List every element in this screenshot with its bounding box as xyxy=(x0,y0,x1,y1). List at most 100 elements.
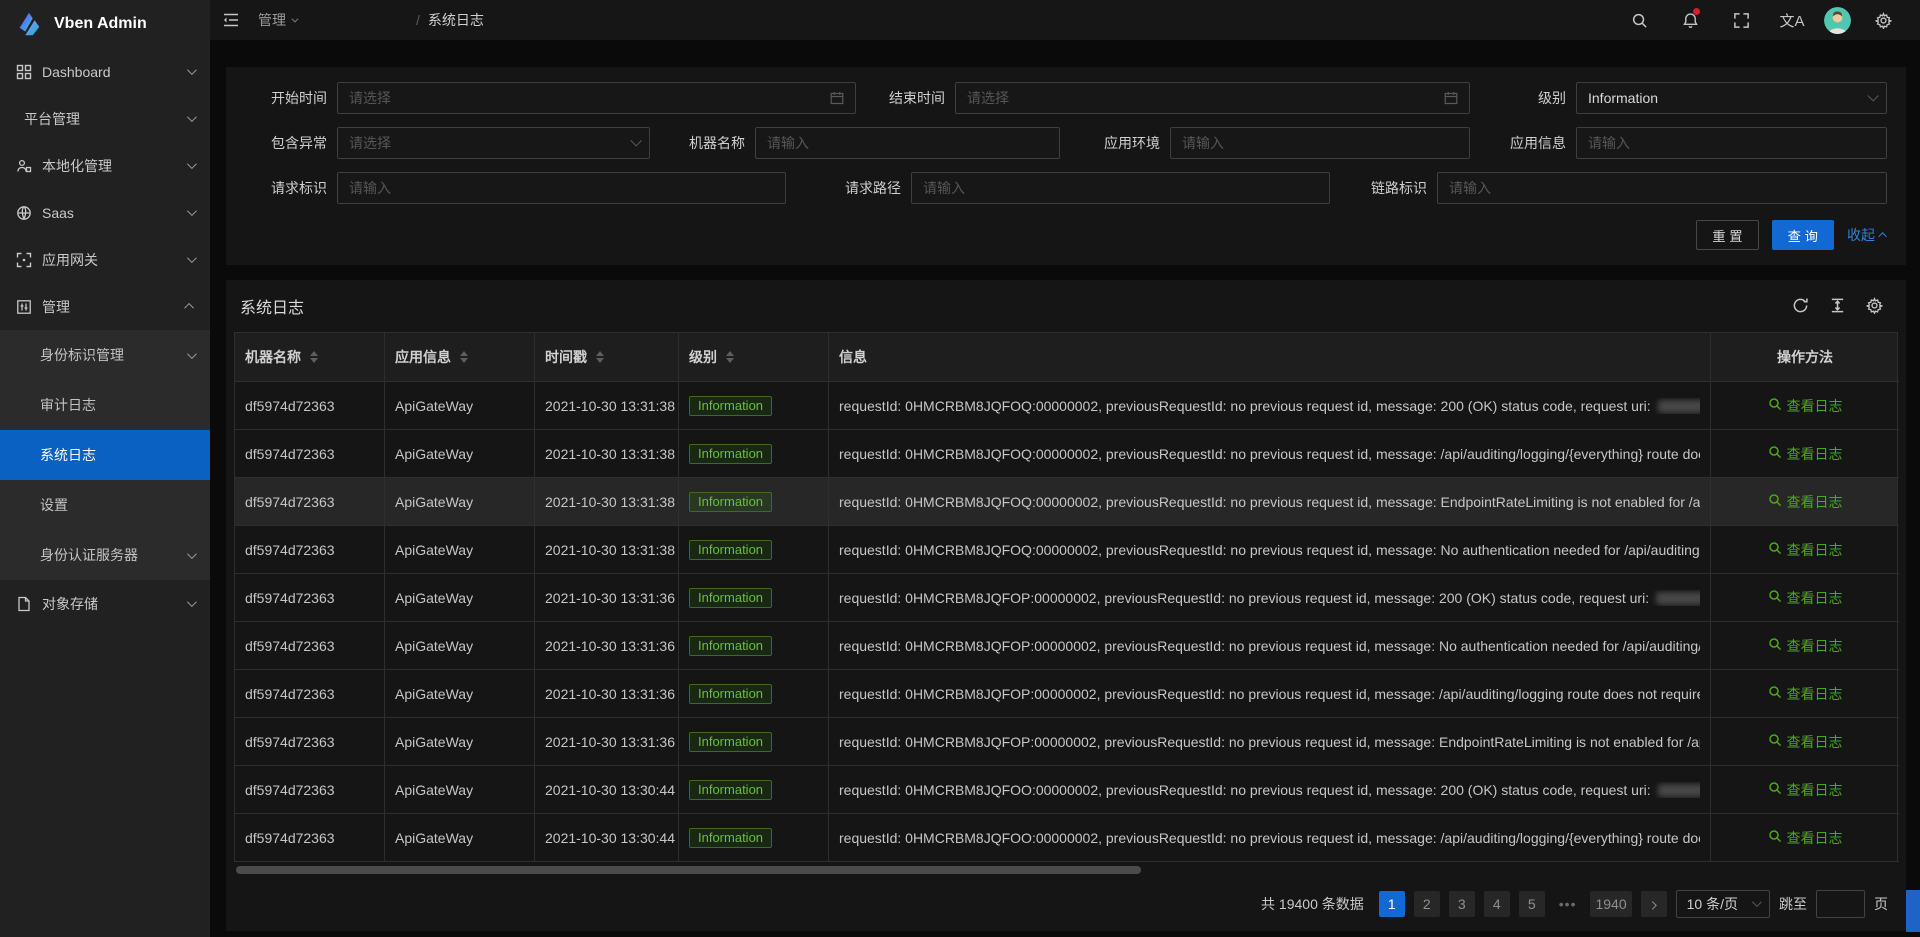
filter-field-has-exception: 包含异常请选择 xyxy=(265,127,650,159)
sidebar-item-dashboard[interactable]: Dashboard xyxy=(0,48,210,95)
cell-actions: 查看日志 xyxy=(1711,478,1899,526)
cell-machine-name: df5974d72363 xyxy=(235,622,385,670)
level-select[interactable]: Information xyxy=(1576,82,1887,114)
settings-gear-icon[interactable] xyxy=(1864,0,1902,40)
fullscreen-icon[interactable] xyxy=(1722,0,1760,40)
row-height-icon[interactable] xyxy=(1829,297,1847,315)
trace-id-input[interactable]: 请输入 xyxy=(1437,172,1887,204)
table-row[interactable]: df5974d72363ApiGateWay2021-10-30 13:31:3… xyxy=(235,574,1897,622)
sidebar-item-saas[interactable]: Saas xyxy=(0,189,210,236)
translate-icon[interactable]: 文A xyxy=(1773,0,1811,40)
sidebar-item-auth-server[interactable]: 身份认证服务器 xyxy=(0,530,210,580)
table-row[interactable]: df5974d72363ApiGateWay2021-10-30 13:31:3… xyxy=(235,382,1897,430)
view-log-button[interactable]: 查看日志 xyxy=(1768,492,1843,512)
sidebar-item-label: 设置 xyxy=(40,495,194,515)
user-avatar[interactable] xyxy=(1824,7,1851,34)
table-row[interactable]: df5974d72363ApiGateWay2021-10-30 13:31:3… xyxy=(235,718,1897,766)
magnifier-icon xyxy=(1768,829,1782,846)
request-id-input[interactable]: 请输入 xyxy=(337,172,786,204)
column-header-0[interactable]: 机器名称 xyxy=(235,333,385,382)
sidebar-item-settings[interactable]: 设置 xyxy=(0,480,210,530)
magnifier-icon xyxy=(1768,733,1782,750)
request-path-input[interactable]: 请输入 xyxy=(911,172,1330,204)
column-header-4[interactable]: 信息 xyxy=(829,333,1711,382)
pagination-page-1[interactable]: 1 xyxy=(1379,891,1405,917)
has-exception-select[interactable]: 请选择 xyxy=(337,127,650,159)
sidebar-item-audit-logs[interactable]: 审计日志 xyxy=(0,380,210,430)
level-badge: Information xyxy=(689,396,772,416)
pagination-page-5[interactable]: 5 xyxy=(1519,891,1545,917)
sidebar-item-platform-manage[interactable]: 平台管理 xyxy=(0,95,210,142)
pagination-page-1940[interactable]: 1940 xyxy=(1590,891,1631,917)
chevron-down-icon xyxy=(291,15,298,22)
chevron-up-icon xyxy=(1878,232,1886,240)
app-env-input[interactable]: 请输入 xyxy=(1170,127,1470,159)
menu-fold-icon[interactable] xyxy=(222,11,240,29)
breadcrumb-section[interactable]: 管理 xyxy=(258,10,408,30)
view-log-button[interactable]: 查看日志 xyxy=(1768,684,1843,704)
reset-button[interactable]: 重 置 xyxy=(1696,220,1758,250)
app-info-input[interactable]: 请输入 xyxy=(1576,127,1887,159)
field-placeholder: 请输入 xyxy=(767,133,809,153)
pagination-page-4[interactable]: 4 xyxy=(1484,891,1510,917)
sidebar-item-manage[interactable]: 管理 xyxy=(0,283,210,330)
column-settings-gear-icon[interactable] xyxy=(1866,297,1884,315)
level-badge: Information xyxy=(689,444,772,464)
sidebar-item-identity-manage[interactable]: 身份标识管理 xyxy=(0,330,210,380)
table-row[interactable]: df5974d72363ApiGateWay2021-10-30 13:31:3… xyxy=(235,430,1897,478)
cell-timestamp: 2021-10-30 13:31:38 xyxy=(535,430,679,478)
collapse-filter-link[interactable]: 收起 xyxy=(1847,225,1887,245)
field-placeholder: 请输入 xyxy=(1449,178,1491,198)
view-log-button[interactable]: 查看日志 xyxy=(1768,828,1843,848)
column-header-3[interactable]: 级别 xyxy=(679,333,829,382)
column-header-2[interactable]: 时间戳 xyxy=(535,333,679,382)
view-log-button[interactable]: 查看日志 xyxy=(1768,636,1843,656)
column-header-1[interactable]: 应用信息 xyxy=(385,333,535,382)
app-root: Vben Admin Dashboard平台管理本地化管理Saas应用网关管理身… xyxy=(0,0,1920,937)
magnifier-icon xyxy=(1768,397,1782,414)
filter-field-end-time: 结束时间请选择 xyxy=(883,82,1470,114)
sort-icon xyxy=(726,351,734,363)
view-log-button[interactable]: 查看日志 xyxy=(1768,732,1843,752)
table-row[interactable]: df5974d72363ApiGateWay2021-10-30 13:31:3… xyxy=(235,670,1897,718)
level-badge: Information xyxy=(689,636,772,656)
cell-machine-name: df5974d72363 xyxy=(235,526,385,574)
pagination-page-2[interactable]: 2 xyxy=(1414,891,1440,917)
view-log-button[interactable]: 查看日志 xyxy=(1768,396,1843,416)
pagination-ellipsis[interactable]: ••• xyxy=(1554,891,1582,917)
machine-name-input[interactable]: 请输入 xyxy=(755,127,1060,159)
horizontal-scrollbar-thumb[interactable] xyxy=(236,866,1141,874)
view-log-button[interactable]: 查看日志 xyxy=(1768,444,1843,464)
jump-page-input[interactable] xyxy=(1816,890,1865,918)
page-size-select[interactable]: 10 条/页 xyxy=(1676,890,1770,918)
view-log-button[interactable]: 查看日志 xyxy=(1768,540,1843,560)
search-button[interactable]: 查 询 xyxy=(1772,220,1834,250)
cell-timestamp: 2021-10-30 13:31:36 xyxy=(535,574,679,622)
view-log-button[interactable]: 查看日志 xyxy=(1768,780,1843,800)
sort-icon xyxy=(460,351,468,363)
sidebar-item-app-gateway[interactable]: 应用网关 xyxy=(0,236,210,283)
sidebar-item-localization-manage[interactable]: 本地化管理 xyxy=(0,142,210,189)
pagination-next-button[interactable] xyxy=(1641,891,1667,917)
localization-icon xyxy=(16,157,33,174)
pagination-page-3[interactable]: 3 xyxy=(1449,891,1475,917)
app-logo[interactable]: Vben Admin xyxy=(0,0,210,48)
sidebar-item-system-logs[interactable]: 系统日志 xyxy=(0,430,210,480)
table-row[interactable]: df5974d72363ApiGateWay2021-10-30 13:31:3… xyxy=(235,622,1897,670)
vertical-scrollbar-thumb[interactable] xyxy=(1906,890,1920,932)
cell-actions: 查看日志 xyxy=(1711,574,1899,622)
end-time-date[interactable]: 请选择 xyxy=(955,82,1470,114)
start-time-date[interactable]: 请选择 xyxy=(337,82,856,114)
view-log-button[interactable]: 查看日志 xyxy=(1768,588,1843,608)
refresh-icon[interactable] xyxy=(1792,297,1810,315)
table-row[interactable]: df5974d72363ApiGateWay2021-10-30 13:30:4… xyxy=(235,814,1897,862)
column-header-5[interactable]: 操作方法 xyxy=(1711,333,1899,382)
page-content: 开始时间请选择结束时间请选择级别Information包含异常请选择机器名称请输… xyxy=(210,40,1920,937)
search-icon[interactable] xyxy=(1620,0,1658,40)
sidebar-item-object-storage[interactable]: 对象存储 xyxy=(0,580,210,627)
table-row[interactable]: df5974d72363ApiGateWay2021-10-30 13:31:3… xyxy=(235,478,1897,526)
table-row[interactable]: df5974d72363ApiGateWay2021-10-30 13:30:4… xyxy=(235,766,1897,814)
table-row[interactable]: df5974d72363ApiGateWay2021-10-30 13:31:3… xyxy=(235,526,1897,574)
table-header-row: 机器名称应用信息时间戳级别信息操作方法 xyxy=(235,333,1897,382)
notification-bell-icon[interactable] xyxy=(1671,0,1709,40)
